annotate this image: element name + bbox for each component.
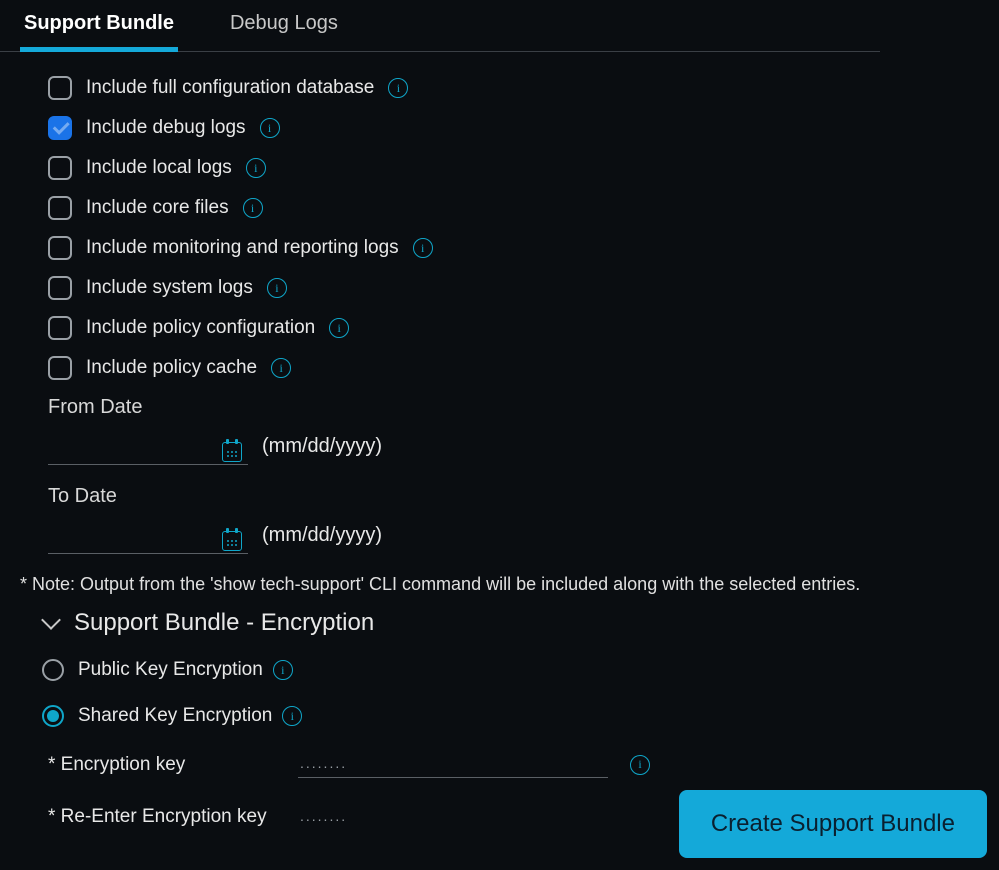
encryption-section-toggle[interactable]: Support Bundle - Encryption [44, 609, 979, 637]
checkbox[interactable] [48, 276, 72, 300]
chevron-down-icon [41, 610, 61, 630]
info-icon[interactable] [630, 755, 650, 775]
from-date-format-hint: (mm/dd/yyyy) [262, 435, 382, 458]
include-option-row: Include policy configuration [48, 316, 979, 340]
encryption-key-label: * Encryption key [48, 754, 298, 776]
from-date-label: From Date [48, 396, 979, 419]
info-icon[interactable] [246, 158, 266, 178]
radio-public-key[interactable] [42, 659, 64, 681]
from-date-section: From Date (mm/dd/yyyy) [48, 396, 979, 465]
checkbox[interactable] [48, 356, 72, 380]
info-icon[interactable] [388, 78, 408, 98]
info-icon[interactable] [329, 318, 349, 338]
tabs-bar: Support Bundle Debug Logs [0, 0, 880, 52]
reenter-encryption-key-label: * Re-Enter Encryption key [48, 806, 298, 828]
info-icon[interactable] [273, 660, 293, 680]
checkbox-label: Include core files [86, 197, 229, 219]
checkbox-label: Include local logs [86, 157, 232, 179]
checkbox-label: Include debug logs [86, 117, 246, 139]
checkbox-label: Include policy configuration [86, 317, 315, 339]
checkbox-label: Include full configuration database [86, 77, 374, 99]
include-option-row: Include policy cache [48, 356, 979, 380]
checkbox[interactable] [48, 196, 72, 220]
radio-shared-key-label: Shared Key Encryption [78, 705, 272, 727]
info-icon[interactable] [271, 358, 291, 378]
tab-debug-logs[interactable]: Debug Logs [226, 8, 342, 51]
checkbox-label: Include policy cache [86, 357, 257, 379]
encryption-section-title: Support Bundle - Encryption [74, 609, 374, 637]
calendar-icon[interactable] [222, 531, 242, 551]
checkbox-label: Include monitoring and reporting logs [86, 237, 399, 259]
radio-shared-key[interactable] [42, 705, 64, 727]
checkbox[interactable] [48, 156, 72, 180]
info-icon[interactable] [243, 198, 263, 218]
to-date-input[interactable] [48, 516, 248, 554]
checkbox[interactable] [48, 236, 72, 260]
encryption-key-field: * Encryption key [48, 751, 979, 778]
encryption-key-input[interactable] [298, 751, 608, 778]
include-option-row: Include full configuration database [48, 76, 979, 100]
to-date-section: To Date (mm/dd/yyyy) [48, 485, 979, 554]
include-option-row: Include debug logs [48, 116, 979, 140]
encryption-radio-group: Public Key Encryption Shared Key Encrypt… [42, 659, 979, 727]
info-icon[interactable] [413, 238, 433, 258]
checkbox[interactable] [48, 316, 72, 340]
checkbox[interactable] [48, 76, 72, 100]
from-date-input[interactable] [48, 427, 248, 465]
info-icon[interactable] [267, 278, 287, 298]
tab-support-bundle[interactable]: Support Bundle [20, 8, 178, 52]
info-icon[interactable] [282, 706, 302, 726]
support-bundle-panel: Include full configuration database Inclu… [0, 52, 999, 830]
to-date-label: To Date [48, 485, 979, 508]
create-support-bundle-button[interactable]: Create Support Bundle [679, 790, 987, 858]
note-text: * Note: Output from the 'show tech-suppo… [20, 574, 979, 595]
checkbox[interactable] [48, 116, 72, 140]
info-icon[interactable] [260, 118, 280, 138]
to-date-format-hint: (mm/dd/yyyy) [262, 524, 382, 547]
checkbox-label: Include system logs [86, 277, 253, 299]
include-options-list: Include full configuration database Inclu… [48, 76, 979, 380]
reenter-encryption-key-input[interactable] [298, 804, 608, 830]
include-option-row: Include core files [48, 196, 979, 220]
include-option-row: Include system logs [48, 276, 979, 300]
radio-public-key-label: Public Key Encryption [78, 659, 263, 681]
include-option-row: Include local logs [48, 156, 979, 180]
calendar-icon[interactable] [222, 442, 242, 462]
include-option-row: Include monitoring and reporting logs [48, 236, 979, 260]
